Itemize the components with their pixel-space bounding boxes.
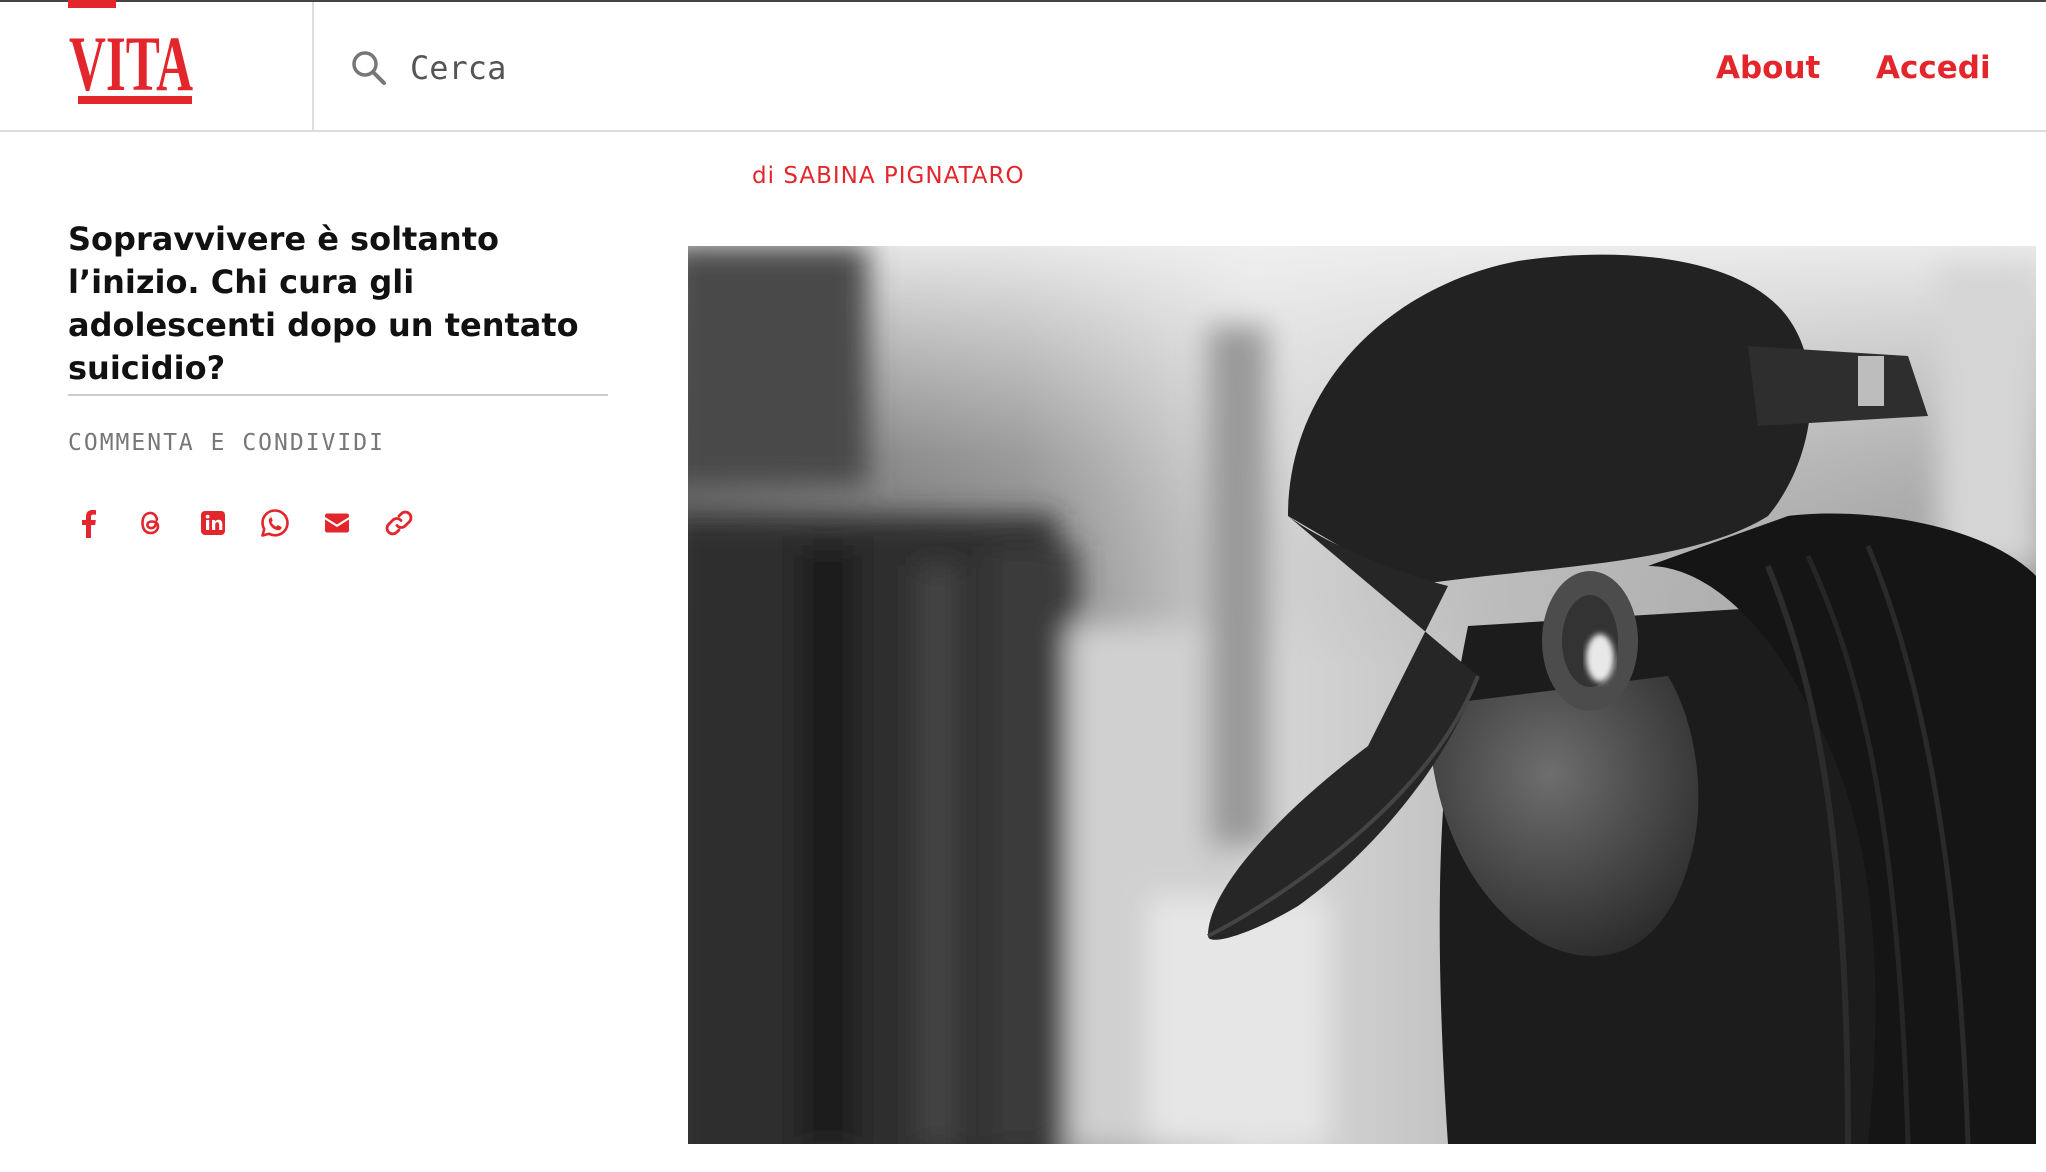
share-threads-button[interactable] xyxy=(130,502,172,544)
nav-login-link[interactable]: Accedi xyxy=(1876,46,1991,90)
share-whatsapp-button[interactable] xyxy=(254,502,296,544)
email-icon xyxy=(325,513,349,533)
author-link[interactable]: SABINA PIGNATARO xyxy=(783,163,1024,189)
search-icon xyxy=(352,51,386,85)
article-hero-image xyxy=(688,246,2036,1144)
threads-icon xyxy=(141,511,160,535)
vita-logo[interactable]: VITA xyxy=(66,0,196,108)
copy-link-button[interactable] xyxy=(378,502,420,544)
vita-logo-graphic: VITA xyxy=(68,0,193,107)
search-bar[interactable] xyxy=(350,46,750,90)
share-linkedin-button[interactable] xyxy=(192,502,234,544)
share-buttons xyxy=(68,502,440,544)
hero-photo xyxy=(688,246,2036,1144)
share-facebook-button[interactable] xyxy=(68,502,110,544)
linkedin-icon xyxy=(201,511,225,535)
share-label: COMMENTA E CONDIVIDI xyxy=(68,430,385,456)
link-icon xyxy=(385,510,413,536)
article-byline: di SABINA PIGNATARO xyxy=(752,163,1025,189)
title-divider xyxy=(68,394,608,396)
share-email-button[interactable] xyxy=(316,502,358,544)
article-title: Sopravvivere è soltanto l’inizio. Chi cu… xyxy=(68,220,579,387)
byline-prefix: di xyxy=(752,163,775,189)
nav-about-link[interactable]: About xyxy=(1716,46,1820,90)
site-header: VITA About Accedi xyxy=(0,0,2046,132)
logo-container: VITA xyxy=(0,0,314,130)
facebook-icon xyxy=(82,510,96,538)
whatsapp-icon xyxy=(261,509,289,537)
search-input[interactable] xyxy=(410,49,710,87)
svg-text:VITA: VITA xyxy=(69,20,193,107)
